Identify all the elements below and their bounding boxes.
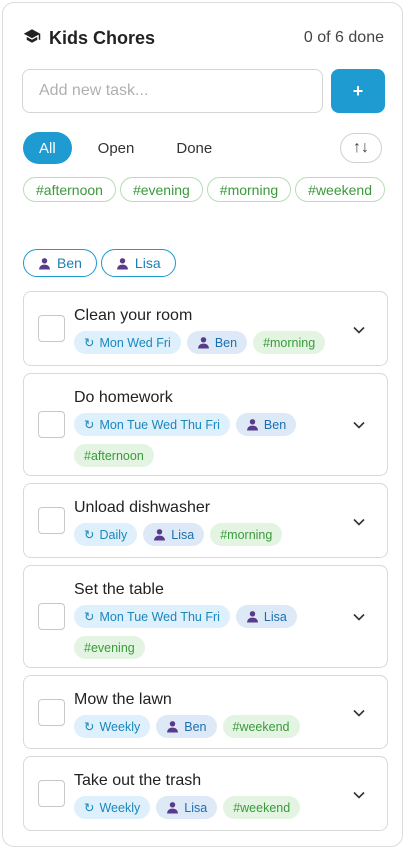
task-item[interactable]: Mow the lawn ↻ Weekly Ben #weekend xyxy=(23,675,388,749)
schedule-badge: ↻ Mon Tue Wed Thu Fri xyxy=(74,605,230,628)
tag-filter-row: #afternoon #evening #morning #weekend xyxy=(23,177,386,202)
repeat-icon: ↻ xyxy=(84,720,95,734)
schedule-badge: ↻ Mon Tue Wed Thu Fri xyxy=(74,413,230,436)
user-icon xyxy=(116,257,129,270)
user-filter-label: Ben xyxy=(57,255,82,271)
chores-card: Kids Chores 0 of 6 done + All Open Done … xyxy=(2,2,403,847)
user-icon xyxy=(166,720,179,733)
user-filter-label: Lisa xyxy=(134,255,161,271)
tag-filter-evening[interactable]: #evening xyxy=(119,177,203,202)
schedule-badge: ↻ Weekly xyxy=(74,796,151,819)
task-checkbox[interactable] xyxy=(38,507,65,534)
chevron-down-icon[interactable] xyxy=(353,326,365,334)
chevron-down-icon[interactable] xyxy=(353,791,365,799)
tag-badge: #evening xyxy=(74,636,145,659)
task-title: Do homework xyxy=(74,389,173,406)
schedule-badge: ↻ Daily xyxy=(74,523,138,546)
repeat-icon: ↻ xyxy=(84,610,95,624)
repeat-icon: ↻ xyxy=(84,418,95,432)
task-title: Mow the lawn xyxy=(74,691,172,708)
task-checkbox[interactable] xyxy=(38,315,65,342)
task-checkbox[interactable] xyxy=(38,780,65,807)
assignee-badge: Lisa xyxy=(235,605,297,628)
task-item[interactable]: Clean your room ↻ Mon Wed Fri Ben #mornin… xyxy=(23,291,388,366)
chevron-down-icon[interactable] xyxy=(353,518,365,526)
repeat-icon: ↻ xyxy=(84,528,95,542)
filter-all[interactable]: All xyxy=(23,132,72,164)
assignee-badge: Ben xyxy=(235,413,297,436)
user-icon xyxy=(166,801,179,814)
task-title: Take out the trash xyxy=(74,772,202,789)
tag-badge: #morning xyxy=(210,523,283,546)
user-icon xyxy=(197,336,210,349)
user-filter-row: Ben Lisa xyxy=(23,249,386,277)
add-task-row: + xyxy=(22,69,385,113)
task-checkbox[interactable] xyxy=(38,411,65,438)
task-item[interactable]: Unload dishwasher ↻ Daily Lisa #morning xyxy=(23,483,388,558)
user-icon xyxy=(246,610,259,623)
assignee-badge: Ben xyxy=(186,331,248,354)
tag-filter-morning[interactable]: #morning xyxy=(206,177,292,202)
new-task-input[interactable] xyxy=(22,69,323,113)
schedule-badge: ↻ Weekly xyxy=(74,715,151,738)
task-item[interactable]: Set the table ↻ Mon Tue Wed Thu Fri Lisa … xyxy=(23,565,388,668)
task-item[interactable]: Take out the trash ↻ Weekly Lisa #weekend xyxy=(23,756,388,831)
filter-done[interactable]: Done xyxy=(160,132,228,164)
app-title: Kids Chores xyxy=(23,27,155,50)
sort-button[interactable]: ↑↓ xyxy=(340,133,382,163)
user-filter-ben[interactable]: Ben xyxy=(23,249,97,277)
user-icon xyxy=(246,418,259,431)
tag-filter-afternoon[interactable]: #afternoon xyxy=(23,177,116,202)
assignee-badge: Lisa xyxy=(156,796,218,819)
add-task-button[interactable]: + xyxy=(331,69,385,113)
assignee-badge: Ben xyxy=(156,715,217,738)
filter-bar: All Open Done ↑↓ xyxy=(23,132,382,164)
filter-open[interactable]: Open xyxy=(82,132,151,164)
tag-badge: #weekend xyxy=(223,796,301,819)
tag-badge: #morning xyxy=(253,331,326,354)
header: Kids Chores 0 of 6 done xyxy=(23,25,384,51)
task-item[interactable]: Do homework ↻ Mon Tue Wed Thu Fri Ben #af… xyxy=(23,373,388,476)
chevron-down-icon[interactable] xyxy=(353,421,365,429)
task-checkbox[interactable] xyxy=(38,699,65,726)
tag-badge: #weekend xyxy=(222,715,300,738)
chevron-down-icon[interactable] xyxy=(353,613,365,621)
user-icon xyxy=(153,528,166,541)
app-title-text: Kids Chores xyxy=(49,27,156,48)
tag-filter-weekend[interactable]: #weekend xyxy=(295,177,385,202)
chevron-down-icon[interactable] xyxy=(353,709,365,717)
graduation-cap-icon xyxy=(23,27,41,50)
assignee-badge: Lisa xyxy=(143,523,205,546)
repeat-icon: ↻ xyxy=(84,801,95,815)
task-title: Unload dishwasher xyxy=(74,499,211,516)
progress-count: 0 of 6 done xyxy=(303,29,384,46)
task-title: Clean your room xyxy=(74,307,193,324)
user-filter-lisa[interactable]: Lisa xyxy=(100,249,176,277)
schedule-badge: ↻ Mon Wed Fri xyxy=(74,331,181,354)
task-title: Set the table xyxy=(74,581,164,598)
user-icon xyxy=(38,257,51,270)
sort-icon: ↑↓ xyxy=(353,139,369,156)
tag-badge: #afternoon xyxy=(74,444,154,467)
repeat-icon: ↻ xyxy=(84,336,95,350)
task-checkbox[interactable] xyxy=(38,603,65,630)
